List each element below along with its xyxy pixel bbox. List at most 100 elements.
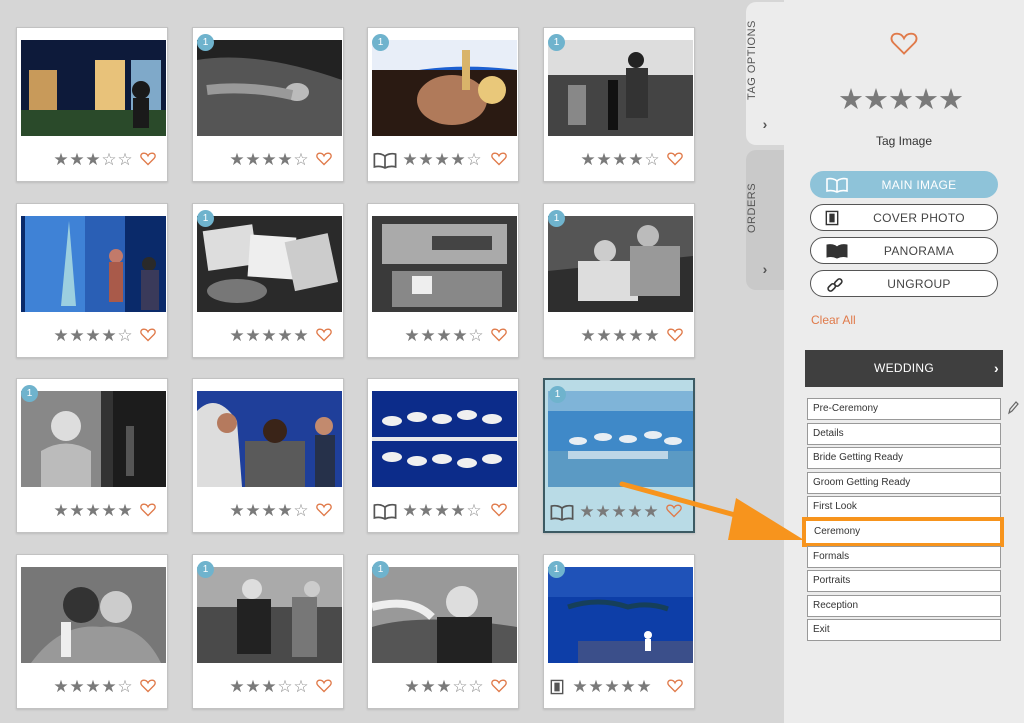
photo-thumbnail[interactable]: [548, 567, 693, 663]
star-filled-icon[interactable]: ★: [277, 150, 293, 170]
star-filled-icon[interactable]: ★: [261, 150, 277, 170]
star-filled-icon[interactable]: ★: [261, 326, 277, 346]
heart-outline-icon[interactable]: [491, 151, 509, 169]
star-filled-icon[interactable]: ★: [85, 150, 101, 170]
star-filled-icon[interactable]: ★: [85, 501, 101, 521]
star-empty-icon[interactable]: ☆: [293, 677, 309, 697]
star-filled-icon[interactable]: ★: [261, 677, 277, 697]
star-filled-icon[interactable]: ★: [612, 150, 628, 170]
star-filled-icon[interactable]: ★: [53, 326, 69, 346]
star-filled-icon[interactable]: ★: [85, 677, 101, 697]
star-rating[interactable]: ★★★★☆: [53, 326, 133, 346]
star-rating[interactable]: ★★★★☆: [404, 326, 484, 346]
heart-outline-icon[interactable]: [316, 502, 334, 520]
star-filled-icon[interactable]: ★: [628, 326, 644, 346]
star-filled-icon[interactable]: ★: [420, 326, 436, 346]
star-filled-icon[interactable]: ★: [53, 150, 69, 170]
heart-outline-icon[interactable]: [140, 151, 158, 169]
star-empty-icon[interactable]: ☆: [452, 677, 468, 697]
photo-thumbnail[interactable]: [372, 567, 517, 663]
category-item[interactable]: Details: [807, 422, 1001, 445]
star-filled-icon[interactable]: ★: [402, 501, 418, 521]
star-rating[interactable]: ★★★★☆: [229, 501, 309, 521]
star-filled-icon[interactable]: ★: [572, 677, 588, 697]
photo-thumbnail[interactable]: [21, 567, 166, 663]
star-filled-icon[interactable]: ★: [436, 677, 452, 697]
star-filled-icon[interactable]: ★: [628, 150, 644, 170]
heart-outline-icon[interactable]: [491, 502, 509, 520]
star-filled-icon[interactable]: ★: [229, 501, 245, 521]
star-rating[interactable]: ★★★★★: [572, 677, 652, 697]
star-rating[interactable]: ★★★★☆: [580, 150, 660, 170]
star-rating[interactable]: ★★★★★: [229, 326, 309, 346]
photo-thumbnail[interactable]: [548, 40, 693, 136]
photo-card[interactable]: ★★★☆☆: [16, 27, 168, 182]
photo-thumbnail[interactable]: [21, 216, 166, 312]
star-filled-icon[interactable]: ★: [595, 502, 611, 522]
heart-outline-icon[interactable]: [316, 151, 334, 169]
star-filled-icon[interactable]: ★: [588, 677, 604, 697]
category-item[interactable]: Exit: [807, 619, 1001, 642]
star-filled-icon[interactable]: ★: [85, 326, 101, 346]
star-filled-icon[interactable]: ★: [420, 677, 436, 697]
heart-outline-icon[interactable]: [140, 327, 158, 345]
panorama-button[interactable]: PANORAMA: [810, 237, 998, 264]
star-rating[interactable]: ★★★★☆: [53, 677, 133, 697]
star-filled-icon[interactable]: ★: [450, 150, 466, 170]
photo-card[interactable]: 1 ★★★★☆: [543, 27, 695, 182]
photo-card[interactable]: ★★★★☆: [367, 203, 519, 358]
star-rating[interactable]: ★★★★☆: [402, 501, 482, 521]
star-filled-icon[interactable]: ★: [450, 501, 466, 521]
star-filled-icon[interactable]: ★: [229, 677, 245, 697]
pencil-icon[interactable]: [1006, 400, 1020, 416]
star-filled-icon[interactable]: ★: [580, 326, 596, 346]
category-item[interactable]: Ceremony: [802, 517, 1004, 547]
photo-card[interactable]: 1 ★★★☆☆: [192, 554, 344, 709]
photo-thumbnail[interactable]: [21, 40, 166, 136]
star-filled-icon[interactable]: ★: [580, 150, 596, 170]
star-filled-icon[interactable]: ★: [261, 501, 277, 521]
star-filled-icon[interactable]: ★: [53, 501, 69, 521]
star-filled-icon[interactable]: ★: [404, 677, 420, 697]
star-rating[interactable]: ★★★☆☆: [229, 677, 309, 697]
clear-all-link[interactable]: Clear All: [811, 313, 856, 327]
photo-thumbnail[interactable]: [197, 216, 342, 312]
star-filled-icon[interactable]: ★: [245, 326, 261, 346]
star-empty-icon[interactable]: ☆: [466, 501, 482, 521]
photo-card[interactable]: 1 ★★★★☆: [192, 27, 344, 182]
category-item[interactable]: Formals: [807, 545, 1001, 568]
star-rating[interactable]: ★★★☆☆: [53, 150, 133, 170]
photo-thumbnail[interactable]: [197, 40, 342, 136]
star-filled-icon[interactable]: ★: [293, 326, 309, 346]
star-empty-icon[interactable]: ☆: [117, 677, 133, 697]
photo-card[interactable]: 1 ★★★★★: [16, 378, 168, 533]
star-filled-icon[interactable]: ★: [404, 326, 420, 346]
star-filled-icon[interactable]: ★: [838, 84, 864, 116]
star-filled-icon[interactable]: ★: [579, 502, 595, 522]
star-empty-icon[interactable]: ☆: [468, 677, 484, 697]
photo-thumbnail[interactable]: [197, 567, 342, 663]
heart-outline-icon[interactable]: [140, 678, 158, 696]
photo-thumbnail[interactable]: [372, 391, 517, 487]
star-filled-icon[interactable]: ★: [596, 326, 612, 346]
photo-thumbnail[interactable]: [548, 391, 693, 487]
star-filled-icon[interactable]: ★: [69, 677, 85, 697]
star-filled-icon[interactable]: ★: [888, 84, 914, 116]
star-empty-icon[interactable]: ☆: [277, 677, 293, 697]
heart-outline-icon[interactable]: [491, 678, 509, 696]
star-filled-icon[interactable]: ★: [434, 150, 450, 170]
photo-card[interactable]: 1 ★★★★☆: [367, 27, 519, 182]
star-filled-icon[interactable]: ★: [245, 677, 261, 697]
star-empty-icon[interactable]: ☆: [468, 326, 484, 346]
heart-outline-icon[interactable]: [491, 327, 509, 345]
star-filled-icon[interactable]: ★: [245, 501, 261, 521]
star-filled-icon[interactable]: ★: [604, 677, 620, 697]
star-filled-icon[interactable]: ★: [229, 326, 245, 346]
category-dropdown[interactable]: WEDDING ›: [805, 350, 1003, 387]
star-filled-icon[interactable]: ★: [620, 677, 636, 697]
star-filled-icon[interactable]: ★: [101, 326, 117, 346]
star-filled-icon[interactable]: ★: [596, 150, 612, 170]
star-rating[interactable]: ★★★★☆: [229, 150, 309, 170]
main-image-button[interactable]: MAIN IMAGE: [810, 171, 998, 198]
star-filled-icon[interactable]: ★: [418, 150, 434, 170]
